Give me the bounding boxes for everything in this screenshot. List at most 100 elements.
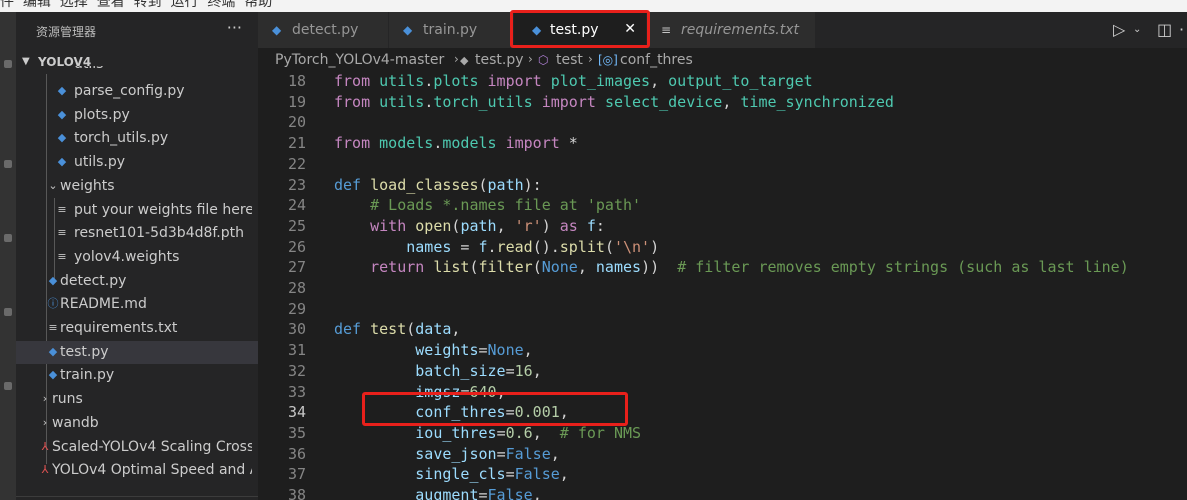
- tree-item[interactable]: ◆ plots.py: [16, 104, 258, 127]
- code-line[interactable]: 20: [258, 113, 1187, 134]
- extensions-icon[interactable]: [4, 382, 12, 390]
- tree-item-label: parse_config.py: [74, 83, 185, 99]
- tree-item[interactable]: ◆ parse_config.py: [16, 80, 258, 103]
- tab-detect-py[interactable]: ◆ detect.py: [258, 12, 389, 48]
- code-line[interactable]: 38 augment=False,: [258, 486, 1187, 500]
- tree-item-label: YOLOv4 Optimal Speed and A...: [52, 462, 252, 479]
- highlight-box-conf-thres: [362, 392, 628, 426]
- editor-actions: ▷ ⌄ ◫ ·: [1107, 12, 1187, 48]
- run-debug-icon[interactable]: [4, 308, 12, 316]
- code-line[interactable]: 19 from utils.torch_utils import select_d…: [258, 93, 1187, 114]
- breadcrumb-folder[interactable]: PyTorch_YOLOv4-master: [275, 52, 444, 68]
- code-text: from utils.plots import plot_images, out…: [334, 72, 813, 90]
- python-file-icon: ◆: [48, 344, 58, 358]
- breadcrumb-file[interactable]: test.py: [475, 52, 524, 68]
- line-number: 34: [287, 403, 306, 422]
- tree-item[interactable]: ◆ test.py: [16, 340, 258, 364]
- breadcrumb-param[interactable]: conf_thres: [620, 52, 693, 68]
- tree-item-label: weights: [60, 177, 115, 194]
- chevron-right-icon: ›: [528, 52, 533, 66]
- tree-item[interactable]: ≡ resnet101-5d3b4d8f.pth: [16, 222, 258, 245]
- code-text: from models.models import *: [334, 134, 578, 153]
- tree-item-label: Scaled-YOLOv4 Scaling Cross ...: [52, 438, 252, 455]
- chevron-down-icon[interactable]: ⌄: [1133, 24, 1141, 35]
- text-file-icon: ≡: [661, 23, 672, 37]
- code-text: weights=None,: [415, 341, 533, 360]
- code-line[interactable]: 24 # Loads *.names file at 'path': [258, 196, 1187, 217]
- tree-item[interactable]: › wandb: [16, 412, 258, 435]
- tree-item[interactable]: ⓘ README.md: [16, 293, 258, 316]
- code-text: return list(filter(None, names)) # filte…: [370, 258, 1129, 277]
- code-line[interactable]: 32 batch_size=16,: [258, 362, 1187, 383]
- tab-label: train.py: [423, 22, 478, 38]
- tab-train-py[interactable]: ◆ train.py: [389, 12, 514, 48]
- pdf-file-icon: ⅄: [41, 463, 49, 477]
- tree-item-label: yolov4.weights: [74, 248, 180, 265]
- chevron-right-icon: ›: [42, 392, 48, 406]
- breadcrumb-function[interactable]: test: [556, 52, 583, 68]
- code-line[interactable]: 22: [258, 155, 1187, 176]
- tree-item-label: test.py: [60, 343, 109, 360]
- code-line[interactable]: 26 names = f.read().split('\n'): [258, 238, 1187, 259]
- tree-item[interactable]: ◆ torch_utils.py: [16, 127, 258, 150]
- tree-item-label: wandb: [52, 414, 99, 431]
- line-number: 18: [287, 72, 306, 90]
- code-line[interactable]: 28: [258, 279, 1187, 300]
- chevron-down-icon: ▼: [22, 56, 30, 67]
- code-text: with open(path, 'r') as f:: [370, 216, 605, 235]
- code-text: def load_classes(path):: [334, 175, 542, 194]
- run-icon[interactable]: ▷: [1113, 20, 1125, 39]
- code-text: def test(data,: [334, 320, 461, 339]
- tree-item[interactable]: ◆ train.py: [16, 364, 258, 387]
- tree-item[interactable]: ≡ requirements.txt: [16, 317, 258, 340]
- tree-item-label: torch_utils.py: [74, 130, 169, 147]
- code-line[interactable]: 21 from models.models import *: [258, 134, 1187, 155]
- tree-item[interactable]: ◆ detect.py: [16, 270, 258, 293]
- code-line[interactable]: 37 single_cls=False,: [258, 465, 1187, 486]
- line-number: 32: [287, 361, 306, 380]
- text-file-icon: ≡: [57, 249, 67, 263]
- code-line[interactable]: 27 return list(filter(None, names)) # fi…: [258, 258, 1187, 279]
- more-actions-icon[interactable]: ···: [227, 18, 242, 37]
- tree-item[interactable]: › runs: [16, 388, 258, 411]
- code-line[interactable]: 31 weights=None,: [258, 341, 1187, 362]
- variable-symbol-icon: [◎]: [598, 53, 618, 67]
- tree-item-label: plots.py: [74, 106, 130, 123]
- tree-item[interactable]: ≡ put your weights file here.txt: [16, 199, 258, 222]
- code-text: augment=False,: [415, 486, 542, 500]
- code-line[interactable]: 18 from utils.plots import plot_images, o…: [258, 72, 1187, 93]
- line-number: 37: [287, 465, 306, 484]
- tree-item-label: detect.py: [60, 272, 127, 289]
- python-file-icon: ◆: [48, 273, 58, 287]
- line-number: 19: [287, 92, 306, 111]
- tab-requirements-txt[interactable]: ≡ requirements.txt: [647, 12, 816, 48]
- code-line[interactable]: 29: [258, 300, 1187, 321]
- code-line[interactable]: 23 def load_classes(path):: [258, 176, 1187, 197]
- line-number: 25: [287, 216, 306, 235]
- tree-item[interactable]: ≡ yolov4.weights: [16, 246, 258, 269]
- line-number: 36: [287, 444, 306, 463]
- tree-item[interactable]: ⌄ weights: [16, 175, 258, 198]
- explorer-title: 资源管理器: [36, 25, 97, 39]
- tree-item[interactable]: ◆ utils.py: [16, 151, 258, 174]
- code-editor[interactable]: 18 from utils.plots import plot_images, o…: [258, 72, 1187, 500]
- more-actions-icon[interactable]: ·: [1179, 20, 1184, 39]
- code-line[interactable]: 35 iou_thres=0.6, # for NMS: [258, 424, 1187, 445]
- source-control-icon[interactable]: [4, 234, 12, 242]
- split-editor-icon[interactable]: ◫: [1157, 20, 1172, 39]
- breadcrumb: PyTorch_YOLOv4-master › ◆ test.py › ⬡ te…: [258, 48, 1187, 72]
- python-file-icon: ◆: [57, 131, 67, 145]
- code-line[interactable]: 30 def test(data,: [258, 320, 1187, 341]
- menu-bar-text[interactable]: 件 编辑 选择 查看 转到 运行 终端 帮助: [0, 0, 272, 11]
- python-file-icon: ◆: [48, 368, 58, 382]
- line-number: 35: [287, 423, 306, 442]
- code-line[interactable]: 25 with open(path, 'r') as f:: [258, 217, 1187, 238]
- outline-section[interactable]: › 大纲: [16, 496, 258, 500]
- tree-item[interactable]: ⅄ Scaled-YOLOv4 Scaling Cross ...: [16, 436, 258, 459]
- line-number: 28: [287, 279, 306, 297]
- search-icon[interactable]: [4, 160, 12, 168]
- tree-item[interactable]: ⅄ YOLOv4 Optimal Speed and A...: [16, 459, 258, 482]
- explorer-icon[interactable]: [4, 60, 12, 68]
- tree-item-label: runs: [52, 391, 83, 408]
- code-line[interactable]: 36 save_json=False,: [258, 445, 1187, 466]
